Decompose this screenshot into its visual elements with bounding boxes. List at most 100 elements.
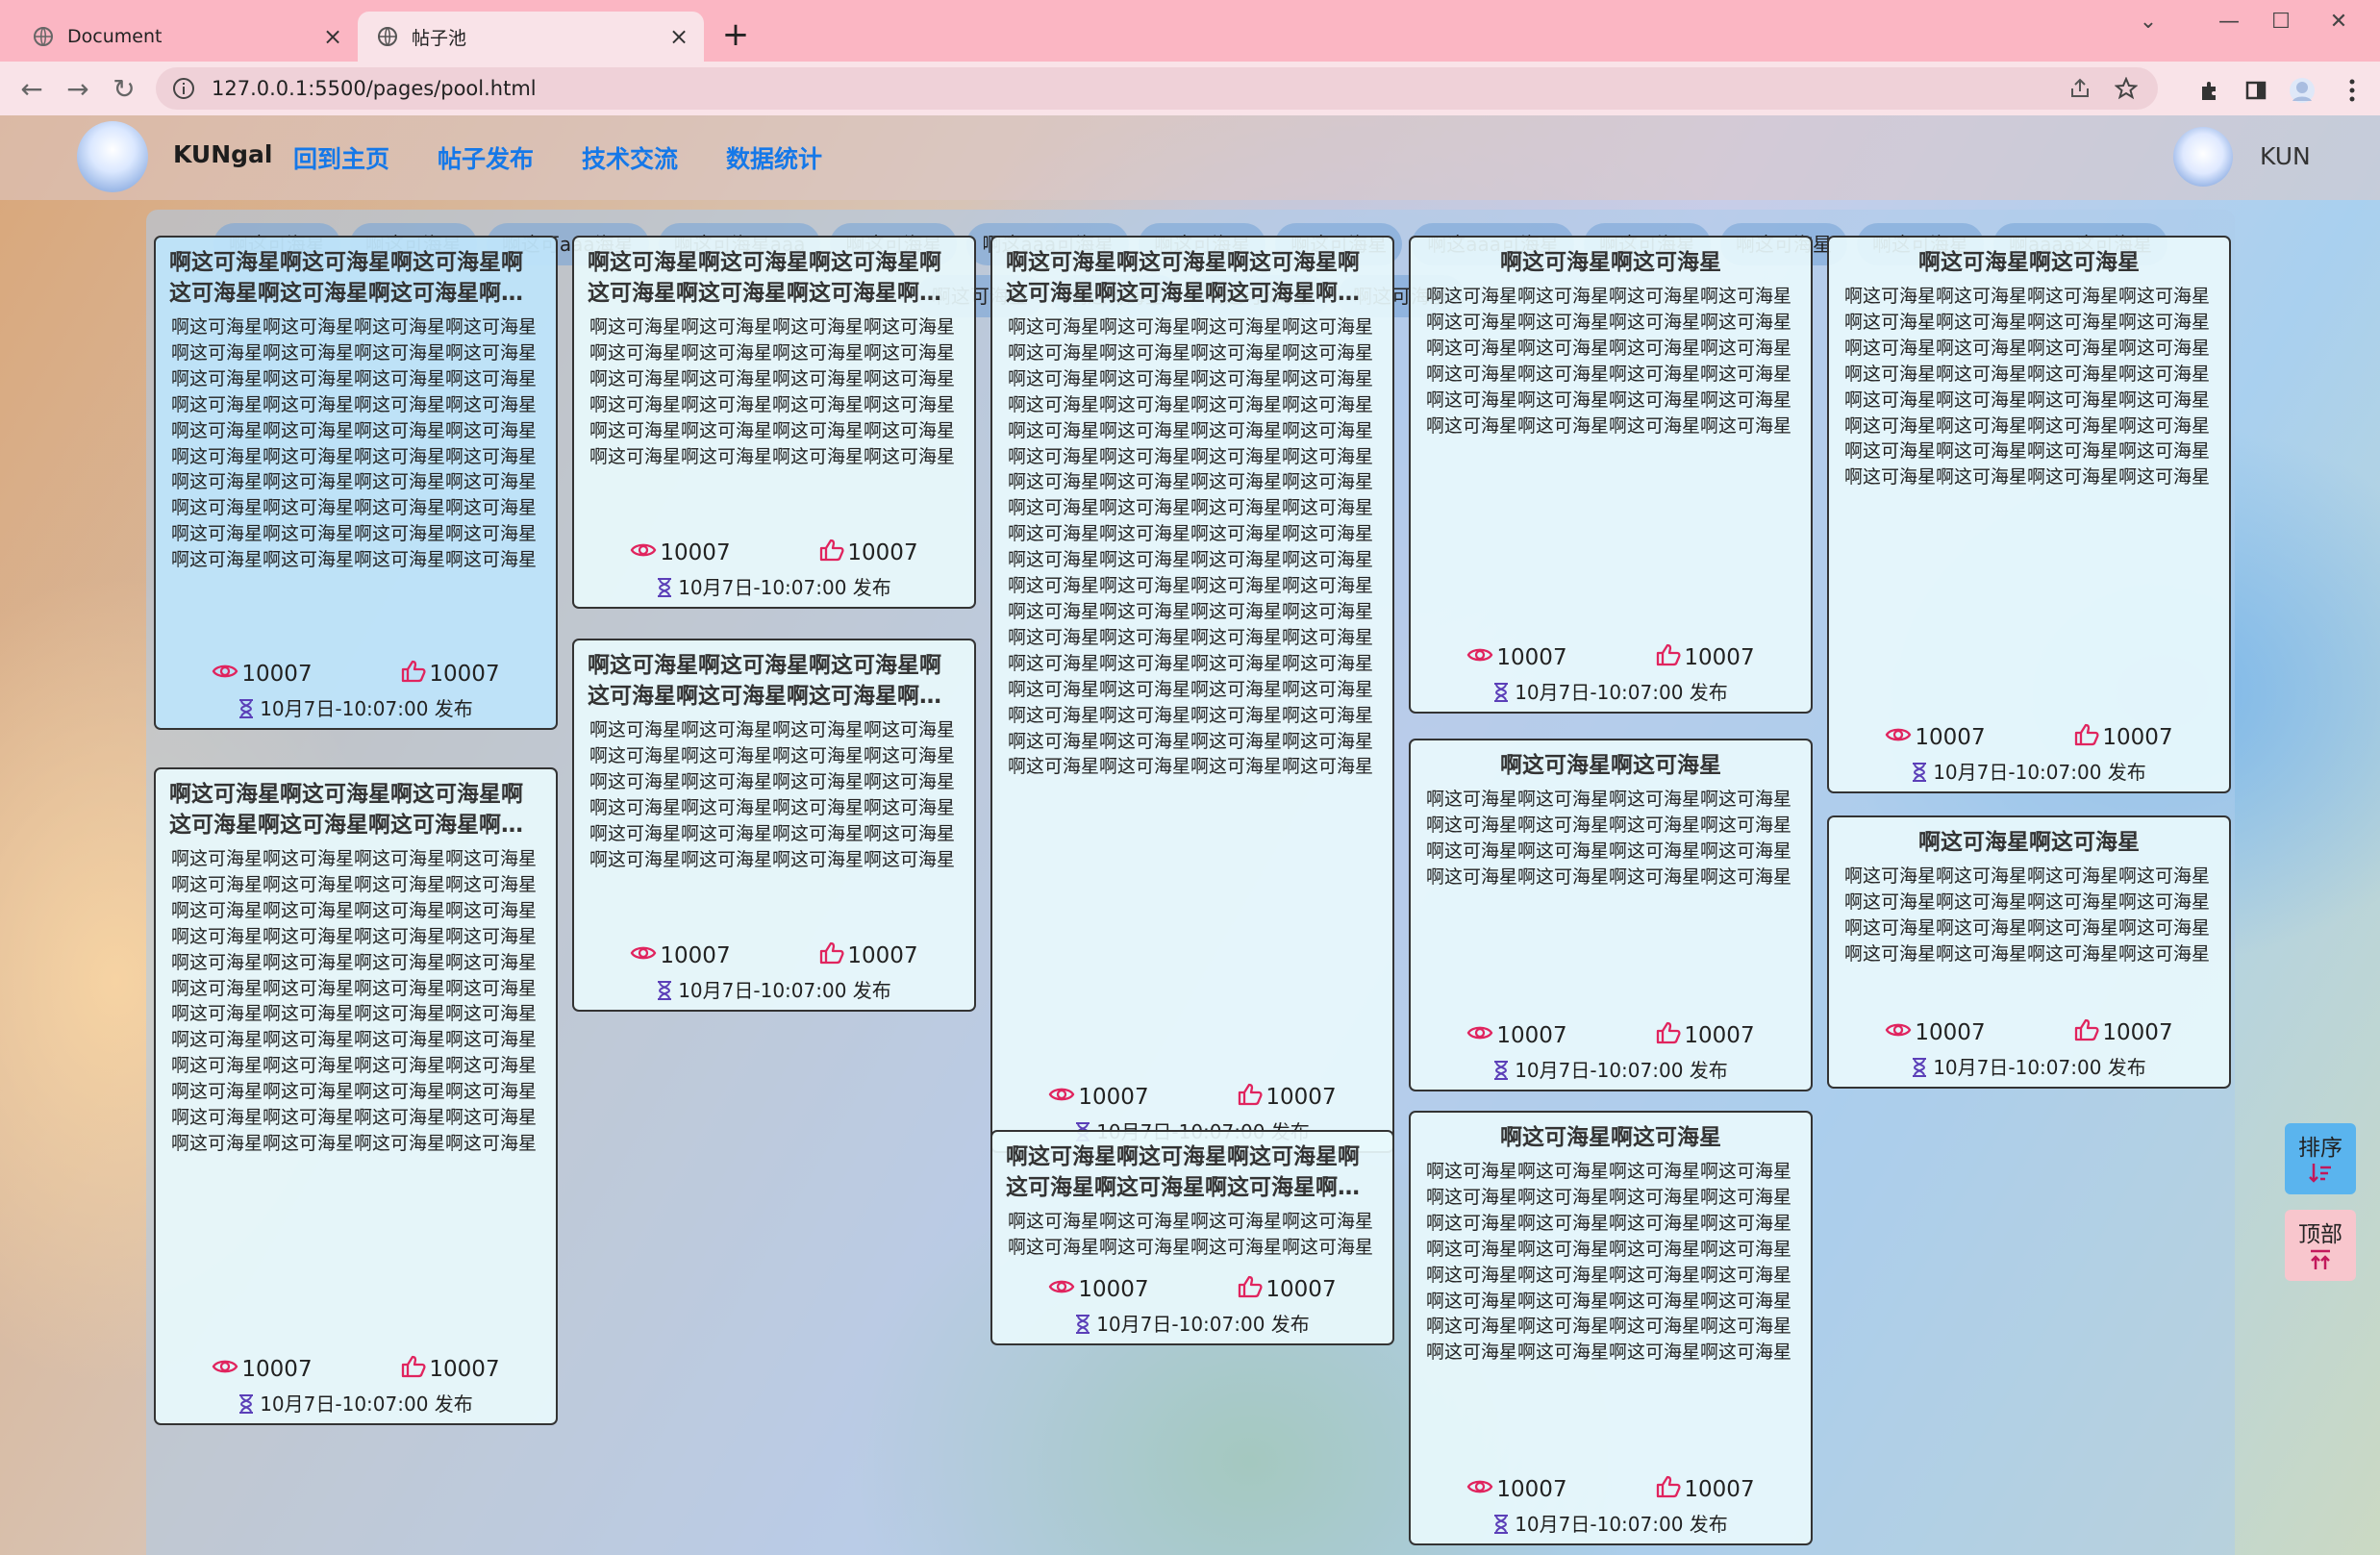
post-card[interactable]: 啊这可海星啊这可海星啊这可海星啊这可海星啊这可海星啊这可海星啊这可海星啊这可海星… bbox=[990, 1130, 1394, 1345]
post-card[interactable]: 啊这可海星啊这可海星啊这可海星啊这可海星啊这可海星啊这可海星啊这可海星啊这可海星… bbox=[990, 236, 1394, 1153]
view-count-value: 10007 bbox=[1078, 1277, 1149, 1302]
post-card[interactable]: 啊这可海星啊这可海星啊这可海星啊这可海星啊这可海星啊这可海星啊这可海星啊这可海星… bbox=[154, 767, 558, 1425]
post-title[interactable]: 啊这可海星啊这可海星 bbox=[1422, 1122, 1799, 1153]
view-count-value: 10007 bbox=[1078, 1085, 1149, 1110]
post-title[interactable]: 啊这可海星啊这可海星啊这可海星啊这可海星啊这可海星啊这可海星啊这可海星啊这可海星 bbox=[167, 779, 544, 840]
like-count[interactable]: 10007 bbox=[401, 660, 500, 689]
like-count[interactable]: 10007 bbox=[2074, 723, 2173, 752]
post-card[interactable]: 啊这可海星啊这可海星啊这可海星啊这可海星啊这可海星啊这可海星啊这可海星啊这可海星… bbox=[1827, 815, 2231, 1089]
close-tab-icon[interactable]: × bbox=[319, 23, 346, 50]
post-stats: 10007 10007 bbox=[1422, 1474, 1799, 1505]
maximize-button[interactable]: ☐ bbox=[2254, 8, 2308, 37]
url-text: 127.0.0.1:5500/pages/pool.html bbox=[212, 77, 537, 100]
eye-icon bbox=[630, 943, 660, 968]
post-date-text: 10月7日-10:07:00 发布 bbox=[678, 979, 891, 1002]
site-logo[interactable] bbox=[77, 121, 148, 192]
forward-icon[interactable]: → bbox=[62, 73, 94, 106]
tab-pool[interactable]: 帖子池 × bbox=[358, 12, 704, 62]
reload-icon[interactable]: ↻ bbox=[108, 73, 140, 106]
bookmark-star-icon[interactable] bbox=[2112, 74, 2141, 103]
close-window-button[interactable]: ✕ bbox=[2312, 8, 2366, 37]
post-card[interactable]: 啊这可海星啊这可海星啊这可海星啊这可海星啊这可海星啊这可海星啊这可海星啊这可海星… bbox=[572, 236, 976, 609]
post-excerpt: 啊这可海星啊这可海星啊这可海星啊这可海星啊这可海星啊这可海星啊这可海星啊这可海星… bbox=[1426, 286, 1792, 437]
nav-stats-link[interactable]: 数据统计 bbox=[726, 140, 822, 175]
new-tab-button[interactable]: + bbox=[719, 18, 752, 52]
post-excerpt: 啊这可海星啊这可海星啊这可海星啊这可海星啊这可海星啊这可海星啊这可海星啊这可海星… bbox=[1844, 865, 2211, 965]
post-excerpt: 啊这可海星啊这可海星啊这可海星啊这可海星啊这可海星啊这可海星啊这可海星啊这可海星… bbox=[1426, 1161, 1792, 1364]
eye-icon bbox=[630, 540, 660, 565]
eye-icon bbox=[1466, 1023, 1496, 1048]
view-count-value: 10007 bbox=[660, 943, 731, 968]
post-date: 10月7日-10:07:00 发布 bbox=[1422, 1505, 1799, 1543]
sort-button[interactable]: 排序 bbox=[2285, 1123, 2356, 1194]
thumbs-up-icon bbox=[1238, 1275, 1265, 1304]
view-count: 10007 bbox=[212, 662, 313, 687]
close-tab-icon[interactable]: × bbox=[665, 23, 692, 50]
like-count[interactable]: 10007 bbox=[1656, 1021, 1755, 1050]
menu-kebab-icon[interactable] bbox=[2337, 75, 2367, 106]
sort-label: 排序 bbox=[2298, 1136, 2342, 1161]
post-stats: 10007 10007 bbox=[1422, 1020, 1799, 1051]
post-title[interactable]: 啊这可海星啊这可海星 bbox=[1422, 247, 1799, 278]
nav-home-link[interactable]: 回到主页 bbox=[293, 140, 389, 175]
view-count: 10007 bbox=[1885, 725, 1986, 750]
share-icon[interactable] bbox=[2066, 74, 2094, 103]
like-count[interactable]: 10007 bbox=[1656, 1475, 1755, 1504]
view-count: 10007 bbox=[630, 943, 731, 968]
like-count-value: 10007 bbox=[429, 662, 500, 687]
post-card[interactable]: 啊这可海星啊这可海星啊这可海星啊这可海星啊这可海星啊这可海星啊这可海星啊这可海星… bbox=[1409, 236, 1813, 714]
eye-icon bbox=[212, 1357, 241, 1382]
post-title[interactable]: 啊这可海星啊这可海星啊这可海星啊这可海星啊这可海星啊这可海星啊这可海星啊这可海星 bbox=[1004, 247, 1381, 309]
post-title[interactable]: 啊这可海星啊这可海星啊这可海星啊这可海星啊这可海星啊这可海星啊这可海星啊这可海星 bbox=[167, 247, 544, 309]
tab-search-icon[interactable]: ⌄ bbox=[2121, 8, 2175, 37]
address-bar[interactable]: 127.0.0.1:5500/pages/pool.html bbox=[156, 67, 2158, 110]
post-card[interactable]: 啊这可海星啊这可海星啊这可海星啊这可海星啊这可海星啊这可海星啊这可海星啊这可海星… bbox=[1409, 1111, 1813, 1545]
post-excerpt: 啊这可海星啊这可海星啊这可海星啊这可海星啊这可海星啊这可海星啊这可海星啊这可海星… bbox=[589, 719, 956, 870]
extensions-icon[interactable] bbox=[2194, 75, 2225, 106]
hourglass-icon bbox=[657, 979, 678, 1002]
user-avatar[interactable] bbox=[2173, 127, 2233, 187]
post-title[interactable]: 啊这可海星啊这可海星啊这可海星啊这可海星啊这可海星啊这可海星啊这可海星啊这可海星 bbox=[586, 247, 963, 309]
like-count[interactable]: 10007 bbox=[1238, 1275, 1337, 1304]
back-icon[interactable]: ← bbox=[15, 73, 48, 106]
post-card[interactable]: 啊这可海星啊这可海星啊这可海星啊这可海星啊这可海星啊这可海星啊这可海星啊这可海星… bbox=[1827, 236, 2231, 793]
post-excerpt: 啊这可海星啊这可海星啊这可海星啊这可海星啊这可海星啊这可海星啊这可海星啊这可海星… bbox=[171, 848, 538, 1154]
nav-tech-link[interactable]: 技术交流 bbox=[582, 140, 678, 175]
view-count-value: 10007 bbox=[1915, 1020, 1986, 1045]
view-count-value: 10007 bbox=[660, 540, 731, 565]
like-count[interactable]: 10007 bbox=[819, 941, 918, 970]
like-count[interactable]: 10007 bbox=[401, 1355, 500, 1384]
thumbs-up-icon bbox=[1656, 1021, 1684, 1050]
like-count-value: 10007 bbox=[1684, 1477, 1755, 1502]
post-title[interactable]: 啊这可海星啊这可海星啊这可海星啊这可海星啊这可海星啊这可海星啊这可海星啊这可海星 bbox=[1004, 1141, 1381, 1203]
profile-icon[interactable] bbox=[2287, 75, 2317, 106]
post-date: 10月7日-10:07:00 发布 bbox=[1841, 1048, 2217, 1087]
eye-icon bbox=[1048, 1277, 1078, 1302]
nav-post-link[interactable]: 帖子发布 bbox=[438, 140, 534, 175]
hourglass-icon bbox=[1912, 1056, 1933, 1079]
like-count[interactable]: 10007 bbox=[1656, 643, 1755, 672]
post-date-text: 10月7日-10:07:00 发布 bbox=[1515, 1059, 1728, 1082]
like-count[interactable]: 10007 bbox=[2074, 1018, 2173, 1047]
like-count[interactable]: 10007 bbox=[819, 539, 918, 567]
post-title[interactable]: 啊这可海星啊这可海星啊这可海星啊这可海星啊这可海星啊这可海星啊这可海星啊这可海星 bbox=[586, 650, 963, 712]
post-card[interactable]: 啊这可海星啊这可海星啊这可海星啊这可海星啊这可海星啊这可海星啊这可海星啊这可海星… bbox=[1409, 739, 1813, 1091]
post-title[interactable]: 啊这可海星啊这可海星 bbox=[1841, 827, 2217, 858]
post-date-text: 10月7日-10:07:00 发布 bbox=[260, 1392, 473, 1416]
minimize-button[interactable]: — bbox=[2202, 8, 2256, 37]
post-card[interactable]: 啊这可海星啊这可海星啊这可海星啊这可海星啊这可海星啊这可海星啊这可海星啊这可海星… bbox=[154, 236, 558, 730]
browser-tabstrip: Document × 帖子池 × + ⌄ — ☐ ✕ bbox=[0, 0, 2380, 62]
back-to-top-button[interactable]: 顶部 bbox=[2285, 1210, 2356, 1281]
post-card[interactable]: 啊这可海星啊这可海星啊这可海星啊这可海星啊这可海星啊这可海星啊这可海星啊这可海星… bbox=[572, 639, 976, 1012]
like-count-value: 10007 bbox=[2102, 725, 2173, 750]
info-icon[interactable] bbox=[171, 76, 196, 101]
post-title[interactable]: 啊这可海星啊这可海星 bbox=[1422, 750, 1799, 781]
post-date-text: 10月7日-10:07:00 发布 bbox=[1933, 761, 2146, 784]
username[interactable]: KUN bbox=[2260, 142, 2311, 170]
brand-name: KUNgal bbox=[173, 140, 273, 168]
like-count[interactable]: 10007 bbox=[1238, 1083, 1337, 1112]
post-stats: 10007 10007 bbox=[586, 538, 963, 568]
side-panel-icon[interactable] bbox=[2241, 75, 2271, 106]
tab-document[interactable]: Document × bbox=[13, 12, 358, 62]
post-title[interactable]: 啊这可海星啊这可海星 bbox=[1841, 247, 2217, 278]
